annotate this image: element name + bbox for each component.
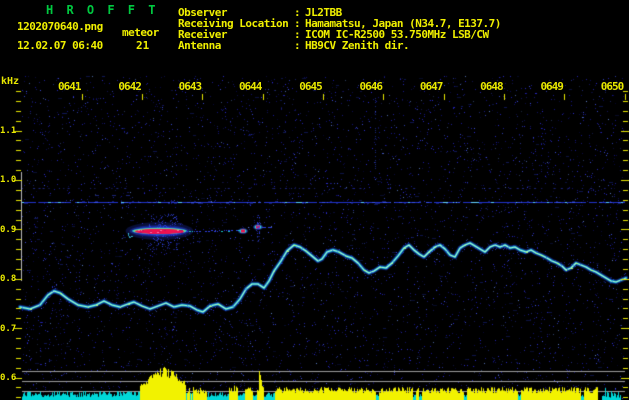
time-tick-label: 0647 <box>419 80 444 93</box>
hrofft-output-screen: H R O F F T 1202070640.png meteor 12.02.… <box>0 0 629 400</box>
spectrogram-canvas <box>0 0 629 400</box>
time-tick-label: 0642 <box>118 80 142 93</box>
time-tick-label: 0641 <box>58 80 82 93</box>
freq-tick-label: 0.6 <box>0 373 17 383</box>
freq-axis-unit-label: kHz <box>1 76 20 87</box>
freq-tick-label: 0.7 <box>0 323 17 334</box>
time-tick-label: 0644 <box>238 80 263 93</box>
freq-tick-label: 1.1 <box>0 126 17 136</box>
info-row-antenna: Antenna : HB9CV Zenith dir. <box>0 39 629 52</box>
time-tick-label: 0650 <box>600 80 625 93</box>
freq-tick-label: 1.0 <box>0 175 17 186</box>
freq-tick-label: 0.8 <box>0 274 17 285</box>
freq-tick-label: 0.9 <box>0 224 17 235</box>
time-tick-label: 0649 <box>540 80 564 93</box>
info-value: HB9CV Zenith dir. <box>305 39 410 52</box>
time-tick-label: 0646 <box>359 80 384 93</box>
info-colon: : <box>294 39 301 52</box>
info-label: Antenna <box>178 39 221 52</box>
time-tick-label: 0643 <box>178 80 203 93</box>
time-tick-label: 0648 <box>480 80 504 93</box>
time-tick-label: 0645 <box>299 80 323 93</box>
